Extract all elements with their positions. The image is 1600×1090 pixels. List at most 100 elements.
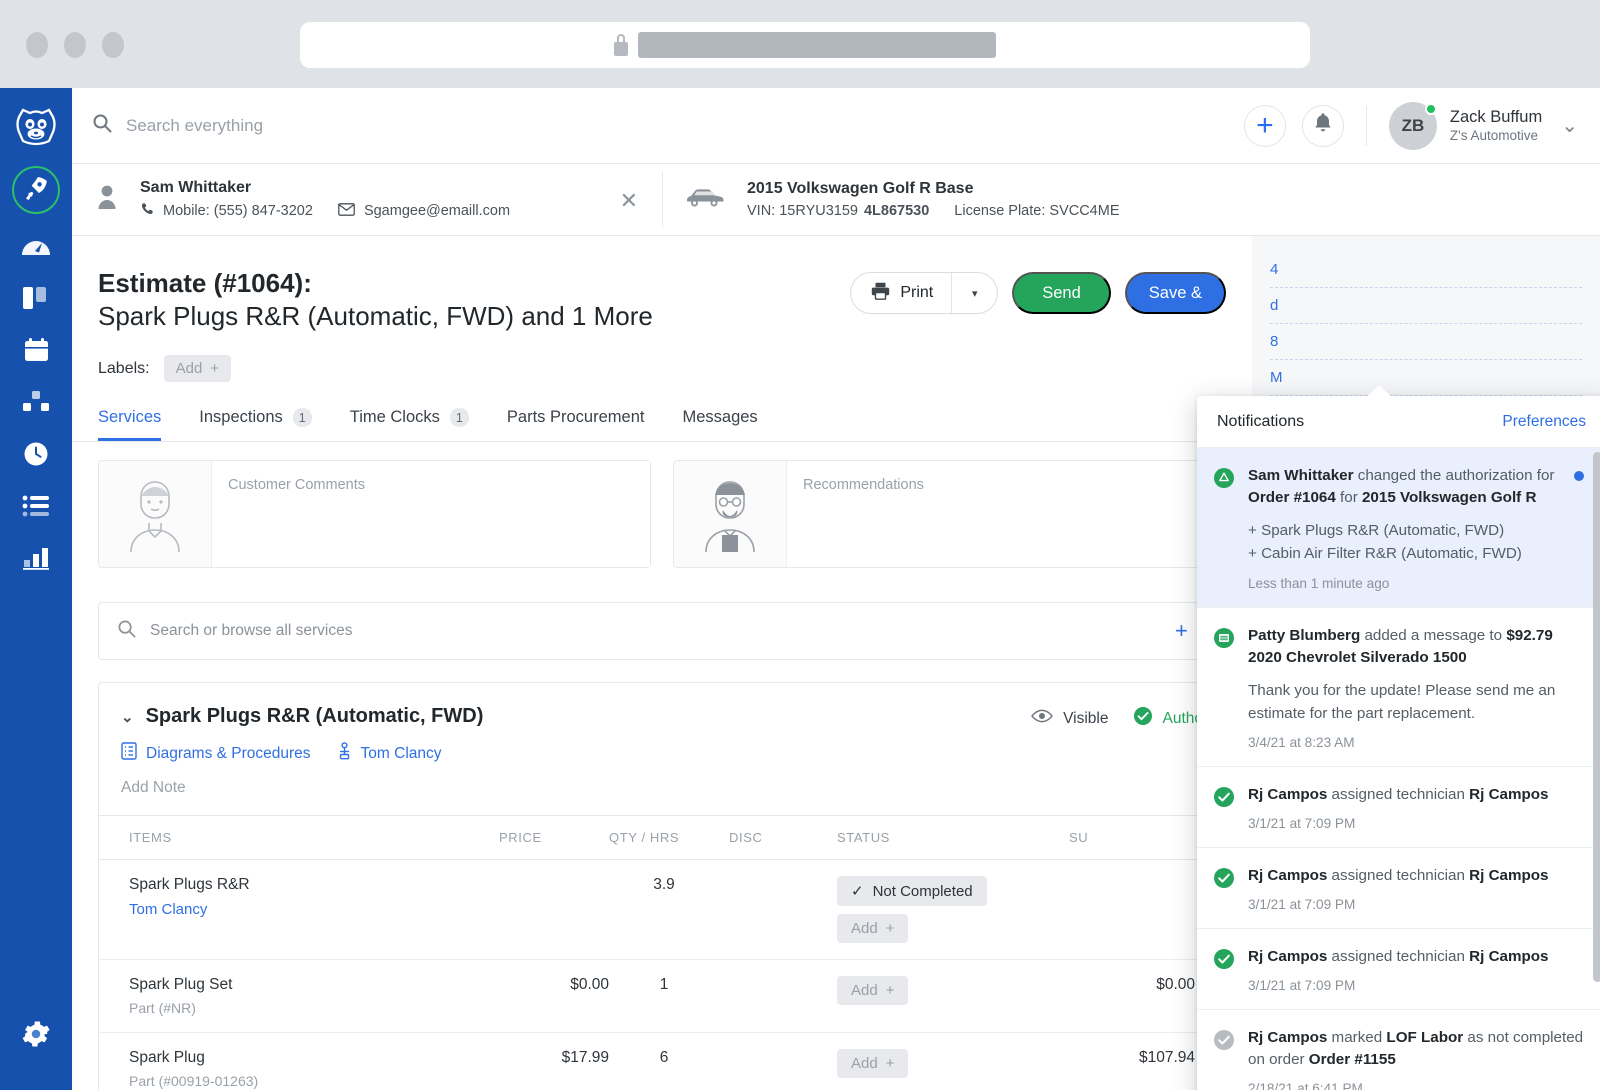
- print-dropdown-button[interactable]: ▾: [951, 273, 997, 313]
- tab-bar[interactable]: Services Inspections 1 Time Clocks 1 Par…: [72, 382, 1252, 442]
- add-note-field[interactable]: Add Note: [99, 765, 1225, 815]
- unread-indicator: [1574, 471, 1584, 481]
- notification-item[interactable]: Sam Whittaker changed the authorization …: [1197, 448, 1600, 608]
- diagrams-procedures-link[interactable]: Diagrams & Procedures: [121, 742, 311, 765]
- customer-summary[interactable]: Sam Whittaker Mobile: (555) 847-3202 Sga…: [72, 164, 662, 235]
- row-disc[interactable]: [719, 960, 809, 1033]
- tab-services[interactable]: Services: [98, 408, 161, 441]
- window-close-button[interactable]: [26, 32, 48, 58]
- tab-inspections[interactable]: Inspections 1: [199, 408, 311, 441]
- user-menu[interactable]: ZB Zack Buffum Z's Automotive ⌄: [1389, 102, 1578, 150]
- visible-toggle[interactable]: Visible: [1031, 709, 1108, 728]
- service-search-input[interactable]: Search or browse all services: [150, 622, 1161, 640]
- tab-parts-procurement[interactable]: Parts Procurement: [507, 408, 645, 441]
- service-name: Spark Plugs R&R (Automatic, FWD): [146, 705, 484, 728]
- printer-icon: [871, 282, 890, 305]
- technician-link[interactable]: Tom Clancy: [337, 742, 442, 765]
- table-row[interactable]: Spark Plugs R&R Tom Clancy 3.9 ✓ Not Com…: [99, 860, 1225, 960]
- chevron-down-icon[interactable]: ⌄: [121, 708, 134, 726]
- add-label-button[interactable]: Add +: [164, 355, 231, 382]
- notification-time: 3/1/21 at 7:09 PM: [1248, 897, 1584, 912]
- monkey-logo-icon[interactable]: [0, 96, 72, 158]
- notification-item[interactable]: Rj Campos assigned technician Rj Campos …: [1197, 767, 1600, 848]
- sidebar-item-calendar[interactable]: [0, 326, 72, 378]
- window-maximize-button[interactable]: [102, 32, 124, 58]
- right-link[interactable]: 8: [1270, 324, 1582, 360]
- notification-item[interactable]: Patty Blumberg added a message to $92.79…: [1197, 608, 1600, 768]
- row-price[interactable]: $17.99: [499, 1033, 609, 1090]
- table-row[interactable]: Spark Plug Part (#00919-01263) $17.99 6 …: [99, 1033, 1225, 1090]
- notification-conj: for: [1336, 489, 1362, 506]
- notifications-list[interactable]: Sam Whittaker changed the authorization …: [1197, 448, 1600, 1090]
- customer-email[interactable]: Sgamgee@emaill.com: [364, 203, 510, 219]
- window-traffic-lights[interactable]: [26, 32, 124, 58]
- tab-messages[interactable]: Messages: [682, 408, 757, 441]
- sidebar-item-lists[interactable]: [0, 482, 72, 534]
- estimate-actions: Print ▾ Send Save &: [850, 268, 1226, 314]
- sidebar-item-time[interactable]: [0, 430, 72, 482]
- notification-item[interactable]: Rj Campos assigned technician Rj Campos …: [1197, 848, 1600, 929]
- authorized-status[interactable]: Autho: [1134, 707, 1203, 730]
- vehicle-details: VIN: 15RYU3159 4L867530 License Plate: S…: [747, 203, 1120, 219]
- url-bar[interactable]: [300, 22, 1310, 68]
- sidebar-item-parts[interactable]: [0, 378, 72, 430]
- tab-label: Inspections: [199, 408, 282, 427]
- left-navigation-rail[interactable]: [0, 88, 72, 1090]
- vehicle-summary[interactable]: 2015 Volkswagen Golf R Base VIN: 15RYU31…: [663, 164, 1600, 235]
- status-badge[interactable]: ✓ Not Completed: [837, 876, 987, 906]
- save-button[interactable]: Save &: [1125, 272, 1226, 314]
- row-price[interactable]: $0.00: [499, 960, 609, 1033]
- global-search[interactable]: Search everything: [92, 113, 1244, 138]
- row-disc[interactable]: [719, 860, 809, 960]
- right-link[interactable]: 4: [1270, 252, 1582, 288]
- chevron-down-icon[interactable]: ⌄: [1561, 113, 1578, 138]
- sidebar-item-settings[interactable]: [0, 1010, 72, 1062]
- column-status: STATUS: [809, 816, 1069, 860]
- sidebar-item-reports[interactable]: [0, 534, 72, 586]
- notification-preferences-link[interactable]: Preferences: [1502, 413, 1586, 431]
- person-icon: [96, 184, 118, 215]
- right-link[interactable]: d: [1270, 288, 1582, 324]
- notifications-title: Notifications: [1217, 413, 1304, 431]
- item-technician[interactable]: Tom Clancy: [129, 901, 499, 918]
- add-button[interactable]: +: [1244, 105, 1286, 147]
- top-bar-divider: [1366, 106, 1367, 146]
- print-button-group[interactable]: Print ▾: [850, 272, 998, 314]
- tab-time-clocks[interactable]: Time Clocks 1: [350, 408, 469, 441]
- table-row[interactable]: Spark Plug Set Part (#NR) $0.00 1 Add +: [99, 960, 1225, 1033]
- customer-comments-field[interactable]: Customer Comments: [211, 461, 650, 567]
- add-button[interactable]: Add +: [837, 1049, 908, 1078]
- print-button[interactable]: Print: [851, 273, 951, 313]
- search-input-placeholder[interactable]: Search everything: [126, 116, 263, 136]
- avatar[interactable]: ZB: [1389, 102, 1437, 150]
- row-qty[interactable]: 1: [609, 960, 719, 1033]
- notifications-scrollbar[interactable]: [1593, 452, 1600, 982]
- add-button[interactable]: Add +: [837, 914, 908, 943]
- table-header: ITEMS PRICE QTY / HRS DISC STATUS SU: [99, 816, 1225, 860]
- table-body: Spark Plugs R&R Tom Clancy 3.9 ✓ Not Com…: [99, 860, 1225, 1090]
- notification-body: Rj Campos assigned technician Rj Campos …: [1248, 784, 1584, 831]
- add-button[interactable]: Add +: [837, 976, 908, 1005]
- right-link[interactable]: M: [1270, 360, 1582, 396]
- add-label: Add: [851, 982, 878, 999]
- recommendations-field[interactable]: Recommendations: [786, 461, 1225, 567]
- send-button[interactable]: Send: [1012, 272, 1111, 314]
- sidebar-item-dashboard[interactable]: [0, 222, 72, 274]
- print-label: Print: [900, 284, 933, 302]
- row-disc[interactable]: [719, 1033, 809, 1090]
- row-qty[interactable]: 3.9: [609, 860, 719, 960]
- avatar-initials: ZB: [1402, 116, 1425, 136]
- chevron-down-icon: ▾: [972, 287, 978, 300]
- sidebar-item-orders[interactable]: [0, 158, 72, 222]
- service-search-bar[interactable]: Search or browse all services + N: [98, 602, 1226, 660]
- list-icon: [22, 495, 50, 522]
- notifications-button[interactable]: [1302, 105, 1344, 147]
- main-column: Estimate (#1064): Spark Plugs R&R (Autom…: [72, 236, 1252, 1090]
- service-items-table: ITEMS PRICE QTY / HRS DISC STATUS SU Spa…: [99, 815, 1225, 1090]
- sidebar-item-board[interactable]: [0, 274, 72, 326]
- close-icon[interactable]: ✕: [620, 188, 638, 214]
- row-qty[interactable]: 6: [609, 1033, 719, 1090]
- notification-item[interactable]: Rj Campos assigned technician Rj Campos …: [1197, 929, 1600, 1010]
- notification-item[interactable]: Rj Campos marked LOF Labor as not comple…: [1197, 1010, 1600, 1090]
- window-minimize-button[interactable]: [64, 32, 86, 58]
